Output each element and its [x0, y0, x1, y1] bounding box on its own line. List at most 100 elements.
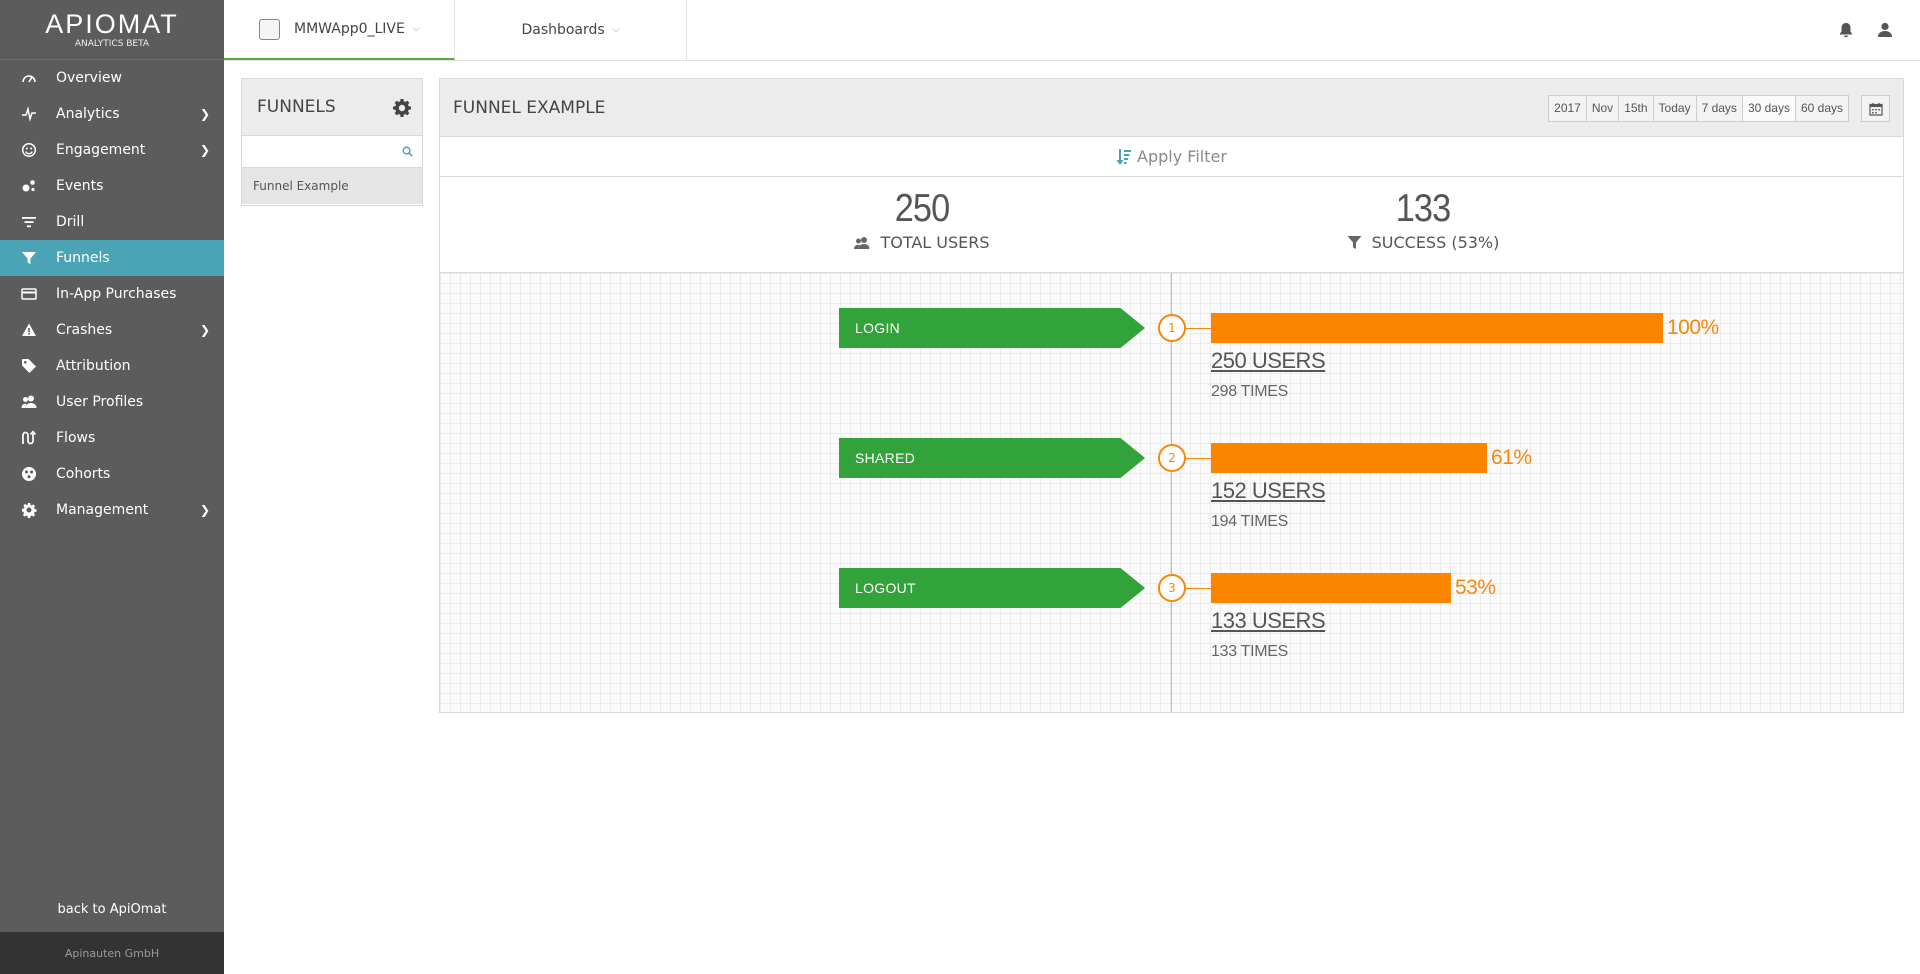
- topbar: MMWApp0_LIVE ⌵ Dashboards ⌵: [224, 0, 1920, 61]
- total-users-caption: TOTAL USERS: [772, 233, 1072, 252]
- speedometer-icon: [20, 69, 38, 87]
- date-option-today[interactable]: Today: [1654, 96, 1697, 121]
- brand-logo[interactable]: APIOMAT ANALYTICS BETA: [0, 0, 224, 60]
- funnel-step-tag[interactable]: SHARED: [839, 438, 1145, 478]
- funnel-step-percent: 53%: [1455, 576, 1496, 599]
- sidebar-item-engagement[interactable]: Engagement ❯: [0, 132, 224, 168]
- funnel-step-times: 133 TIMES: [1211, 643, 1289, 660]
- date-option-nov[interactable]: Nov: [1587, 96, 1620, 121]
- sidebar-item-cohorts[interactable]: Cohorts: [0, 456, 224, 492]
- funnel-step-connector: [1186, 458, 1211, 459]
- sidebar-item-overview[interactable]: Overview: [0, 60, 224, 96]
- funnel-step-percent: 100%: [1667, 316, 1719, 339]
- funnel-icon: [20, 249, 38, 267]
- apply-filter-button[interactable]: Apply Filter: [440, 137, 1903, 177]
- sidebar-item-label: Attribution: [56, 358, 131, 374]
- sort-filter-icon: [1116, 148, 1132, 165]
- calendar-icon: [1868, 102, 1883, 116]
- date-range-selector: 2017 Nov 15th Today 7 days 30 days 60 days: [1548, 95, 1849, 122]
- drill-icon: [20, 213, 38, 231]
- funnel-step-users-link[interactable]: 250 USERS: [1211, 348, 1326, 374]
- sidebar-item-flows[interactable]: Flows: [0, 420, 224, 456]
- sidebar-item-label: Overview: [56, 70, 122, 86]
- date-option-60-days[interactable]: 60 days: [1796, 96, 1848, 121]
- smiley-icon: [20, 141, 38, 159]
- bell-icon[interactable]: [1836, 20, 1856, 40]
- sidebar-item-label: Events: [56, 178, 104, 194]
- funnel-step-bar: [1211, 573, 1451, 603]
- sidebar-item-user-profiles[interactable]: User Profiles: [0, 384, 224, 420]
- back-to-apiomat-link[interactable]: back to ApiOmat: [0, 890, 224, 928]
- calendar-button[interactable]: [1861, 95, 1890, 122]
- sidebar-item-in-app-purchases[interactable]: In-App Purchases: [0, 276, 224, 312]
- search-icon[interactable]: [402, 146, 413, 157]
- funnel-step-tag[interactable]: LOGOUT: [839, 568, 1145, 608]
- funnel-step-bar: [1211, 443, 1487, 473]
- sidebar-item-crashes[interactable]: Crashes ❯: [0, 312, 224, 348]
- logo-text: APIOMAT: [45, 9, 179, 39]
- date-option-30-days[interactable]: 30 days: [1742, 96, 1796, 121]
- sidebar-item-funnels[interactable]: Funnels: [0, 240, 224, 276]
- funnel-step-users-link[interactable]: 152 USERS: [1211, 478, 1326, 504]
- gear-icon: [20, 501, 38, 519]
- funnel-search-input[interactable]: [242, 136, 422, 167]
- chevron-down-icon: ⌵: [612, 25, 620, 35]
- funnel-chart: LOGIN 1 100% 250 USERS 298 TIMES SHARED 2 61% 15…: [440, 273, 1903, 712]
- funnel-stats: 250 TOTAL USERS 133 SUCCESS (53%): [440, 177, 1903, 273]
- funnel-step-number: 3: [1158, 574, 1186, 602]
- funnel-step-times: 194 TIMES: [1211, 513, 1289, 530]
- apply-filter-label: Apply Filter: [1137, 147, 1227, 166]
- sidebar-item-label: Drill: [56, 214, 85, 230]
- app-name: MMWApp0_LIVE: [294, 21, 405, 37]
- funnels-panel: FUNNELS Funnel Example: [241, 78, 423, 206]
- sidebar: APIOMAT ANALYTICS BETA Overview Analytics…: [0, 0, 224, 974]
- funnel-step-tag[interactable]: LOGIN: [839, 308, 1145, 348]
- chevron-right-icon: ❯: [199, 143, 210, 157]
- success-label: SUCCESS (53%): [1371, 233, 1500, 252]
- dashboards-dropdown[interactable]: Dashboards ⌵: [455, 0, 687, 60]
- funnels-title: FUNNELS: [257, 97, 336, 117]
- sidebar-item-analytics[interactable]: Analytics ❯: [0, 96, 224, 132]
- sidebar-item-management[interactable]: Management ❯: [0, 492, 224, 528]
- sidebar-item-label: Funnels: [56, 250, 110, 266]
- sidebar-item-label: Engagement: [56, 142, 146, 158]
- chevron-right-icon: ❯: [199, 323, 210, 337]
- funnel-step-percent: 61%: [1491, 446, 1532, 469]
- funnel-step-times: 298 TIMES: [1211, 383, 1289, 400]
- date-option-2017[interactable]: 2017: [1549, 96, 1587, 121]
- app-selector[interactable]: MMWApp0_LIVE ⌵: [224, 0, 455, 60]
- total-users-stat: 250 TOTAL USERS: [772, 187, 1072, 252]
- date-option-15th[interactable]: 15th: [1619, 96, 1654, 121]
- funnel-detail-panel: FUNNEL EXAMPLE 2017 Nov 15th Today 7 days 30 …: [439, 78, 1904, 713]
- funnel-step-bar: [1211, 313, 1663, 343]
- funnel-list-item[interactable]: Funnel Example: [242, 168, 422, 204]
- sidebar-item-label: Crashes: [56, 322, 113, 338]
- flows-icon: [20, 429, 38, 447]
- sidebar-item-label: User Profiles: [56, 394, 144, 410]
- warning-icon: [20, 321, 38, 339]
- app-icon: [259, 18, 280, 40]
- sidebar-item-attribution[interactable]: Attribution: [0, 348, 224, 384]
- sidebar-item-label: Management: [56, 502, 149, 518]
- funnels-panel-header: FUNNELS: [242, 79, 422, 136]
- sidebar-item-events[interactable]: Events: [0, 168, 224, 204]
- date-option-7-days[interactable]: 7 days: [1697, 96, 1743, 121]
- success-caption: SUCCESS (53%): [1273, 233, 1573, 252]
- funnel-title: FUNNEL EXAMPLE: [453, 98, 606, 118]
- funnel-step-users-link[interactable]: 133 USERS: [1211, 608, 1326, 634]
- chevron-down-icon: ⌵: [412, 24, 420, 34]
- success-value: 133: [1395, 187, 1452, 230]
- sidebar-item-drill[interactable]: Drill: [0, 204, 224, 240]
- pulse-icon: [20, 105, 38, 123]
- sidebar-item-label: Flows: [56, 430, 96, 446]
- user-icon[interactable]: [1875, 20, 1895, 40]
- gear-icon[interactable]: [392, 98, 412, 118]
- funnel-search: [242, 136, 422, 168]
- sidebar-item-label: Cohorts: [56, 466, 111, 482]
- funnel-step-number: 1: [1158, 314, 1186, 342]
- credit-card-icon: [20, 285, 38, 303]
- total-users-value: 250: [894, 187, 951, 230]
- funnel-detail-header: FUNNEL EXAMPLE 2017 Nov 15th Today 7 days 30 …: [440, 79, 1903, 137]
- tag-icon: [20, 357, 38, 375]
- total-users-label: TOTAL USERS: [880, 233, 990, 252]
